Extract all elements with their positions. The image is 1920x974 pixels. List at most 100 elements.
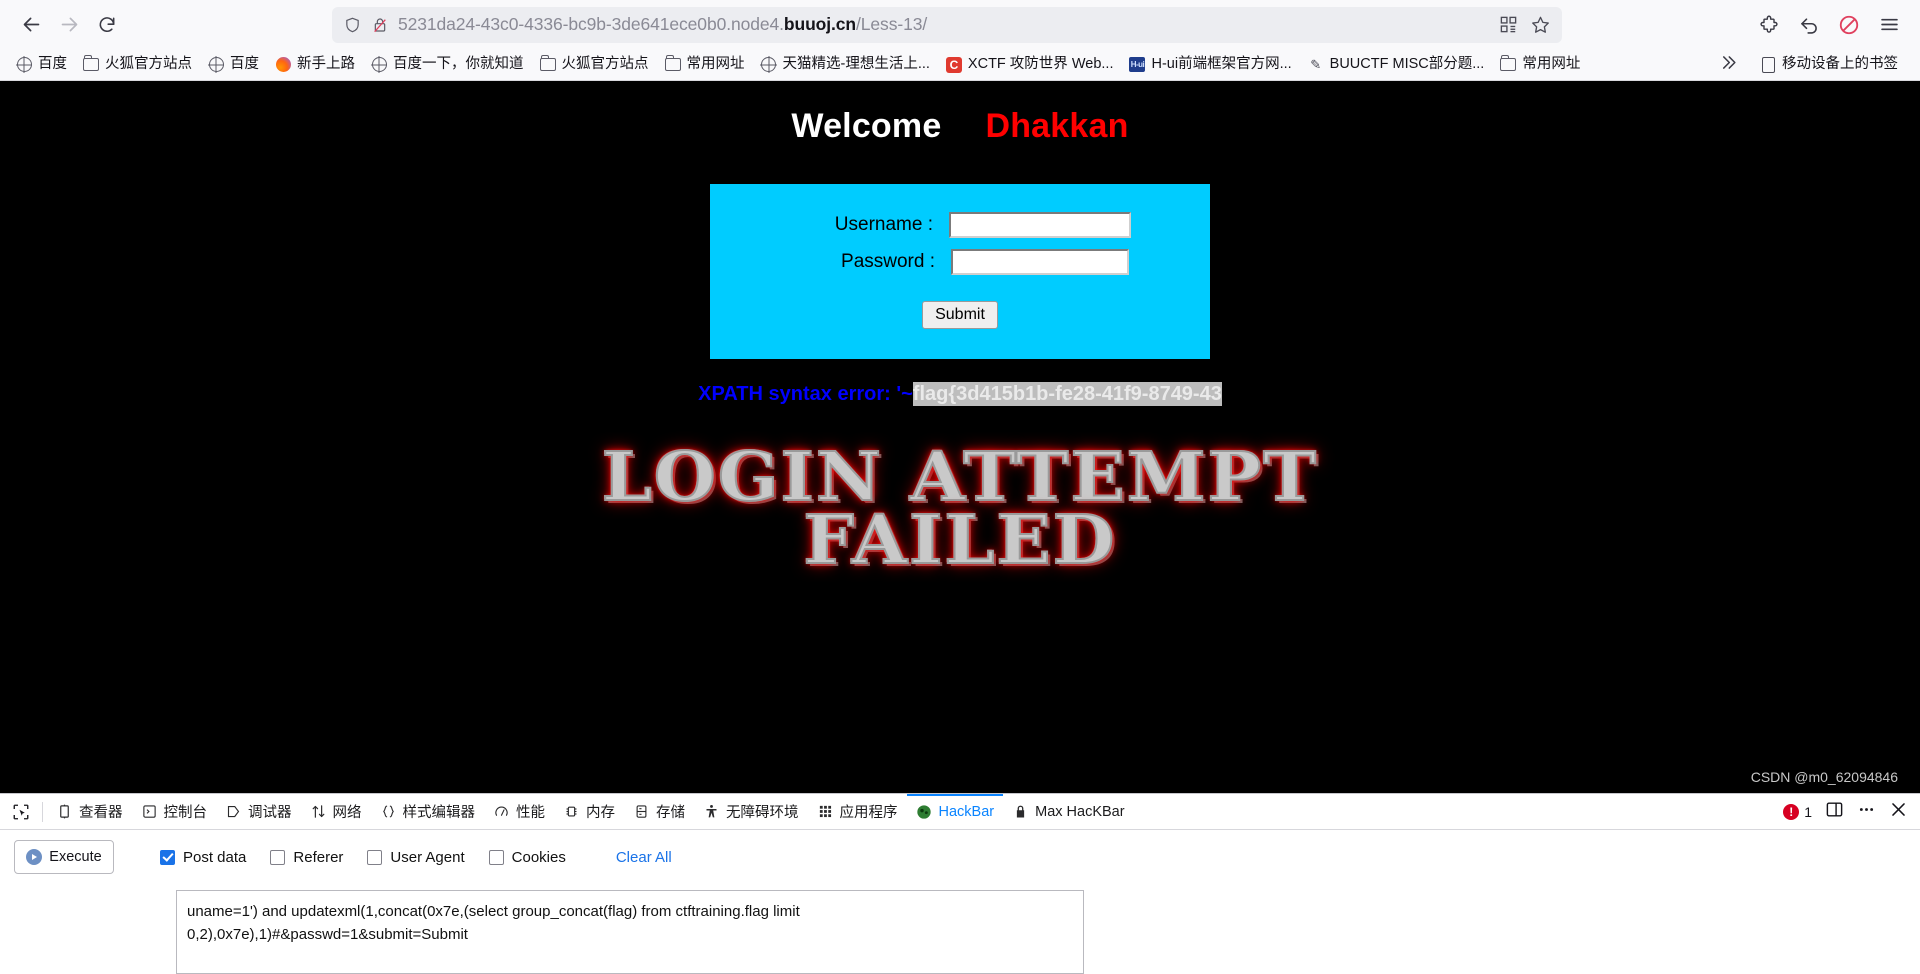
tab-inspector[interactable]: 查看器 [47,794,132,829]
tab-label: 网络 [332,805,362,821]
browser-window: 5231da24-43c0-4336-bc9b-3de641ece0b0.nod… [0,0,1920,974]
folder-icon [539,55,556,73]
bookmark-item-mobile[interactable]: 移动设备上的书签 [1752,54,1906,76]
error-circle-icon: ! [1783,803,1800,820]
pen-icon: ✎ [1310,56,1322,72]
chevrons-right-icon[interactable] [1719,53,1738,76]
shield-icon[interactable] [342,15,362,35]
more-dots-icon[interactable] [1857,800,1876,823]
qr-code-icon[interactable] [1496,13,1520,37]
submit-button[interactable]: Submit [922,301,998,329]
checkbox-cookies[interactable] [488,849,504,865]
login-form: Username : Password : Submit [710,184,1210,359]
adblock-icon[interactable] [1830,6,1868,44]
bookmark-label: BUUCTF MISC部分题... [1329,56,1485,73]
bookmark-item[interactable]: 常用网址 [657,54,753,76]
option-referer[interactable]: Referer [270,849,343,866]
bookmark-item[interactable]: 天猫精选-理想生活上... [753,54,938,76]
bookmark-label: 天猫精选-理想生活上... [782,56,930,73]
username-input[interactable] [949,212,1131,238]
puzzle-extension-icon[interactable] [1750,6,1788,44]
error-count-badge[interactable]: ! 1 [1783,803,1812,820]
option-cookies[interactable]: Cookies [488,849,566,866]
bookmarks-overflow-area: 移动设备上的书签 [1719,53,1912,76]
clear-all-button[interactable]: Clear All [616,849,672,866]
bookmark-item[interactable]: ✎ BUUCTF MISC部分题... [1300,54,1493,76]
folder-icon [664,55,681,73]
tab-label: 无障碍环境 [726,805,799,821]
checkbox-post-data[interactable] [160,849,175,865]
option-user-agent[interactable]: User Agent [367,849,465,866]
bookmark-label: 常用网址 [1522,56,1581,73]
option-post-data[interactable]: Post data [160,849,246,866]
tab-style-editor[interactable]: 样式编辑器 [371,794,485,829]
globe-icon [761,57,777,73]
devtools-right-controls: ! 1 [1783,800,1920,823]
bookmark-label: 移动设备上的书签 [1782,56,1898,73]
bookmark-item[interactable]: 百度一下，你就知道 [363,54,532,76]
tab-hackbar[interactable]: HackBar [907,794,1004,829]
bookmark-item[interactable]: 新手上路 [267,54,363,76]
tab-label: 控制台 [163,805,208,821]
tab-label: 样式编辑器 [402,805,476,821]
password-input[interactable] [951,249,1129,275]
network-arrows-icon [310,803,327,820]
tab-network[interactable]: 网络 [301,794,371,829]
globe-icon [371,57,387,73]
tab-debugger[interactable]: 调试器 [216,794,301,829]
devtools-panel: 查看器 控制台 调试器 网络 样式编辑器 性能 内存 存储 无障碍环境 应用程序… [0,793,1920,974]
url-path: /Less-13/ [856,14,928,34]
bookmark-label: 新手上路 [297,56,355,73]
hackbar-options: Post data Referer User Agent Cookies Cle… [160,849,672,866]
flag-text-selected: flag{3d415b1b-fe28-41f9-8749-43 [912,382,1222,406]
address-bar[interactable]: 5231da24-43c0-4336-bc9b-3de641ece0b0.nod… [332,6,1562,43]
tab-performance[interactable]: 性能 [484,794,554,829]
split-panel-icon[interactable] [1825,800,1844,823]
url-text[interactable]: 5231da24-43c0-4336-bc9b-3de641ece0b0.nod… [398,14,1488,35]
element-picker-icon[interactable] [4,797,38,827]
execute-button[interactable]: Execute [14,840,114,874]
bookmark-item[interactable]: H-ui H-ui前端框架官方网... [1121,54,1299,76]
console-icon [141,803,158,820]
bookmark-item[interactable]: 常用网址 [1492,54,1588,76]
post-data-textarea[interactable]: uname=1') and updatexml(1,concat(0x7e,(s… [176,890,1084,974]
tab-console[interactable]: 控制台 [132,794,217,829]
urlbar-container: 5231da24-43c0-4336-bc9b-3de641ece0b0.nod… [126,6,1750,43]
tab-accessibility[interactable]: 无障碍环境 [694,794,808,829]
tab-storage[interactable]: 存储 [624,794,694,829]
bookmark-label: XCTF 攻防世界 Web... [967,56,1114,73]
tab-label: Max HacKBar [1035,803,1125,820]
sync-arrow-icon[interactable] [1790,6,1828,44]
tab-label: 查看器 [79,805,123,821]
bookmark-item[interactable]: C XCTF 攻防世界 Web... [938,54,1122,76]
bookmark-label: 百度一下，你就知道 [393,56,524,73]
forward-button[interactable] [50,6,88,44]
bookmark-item[interactable]: 火狐官方站点 [532,54,657,76]
back-button[interactable] [12,6,50,44]
bookmark-item[interactable]: 火狐官方站点 [75,54,200,76]
page-content: Welcome Dhakkan Username : Password : Sub… [0,81,1920,793]
play-icon [26,849,43,865]
inspector-icon [56,803,73,820]
lock-broken-icon[interactable] [370,15,390,35]
bookmarks-toolbar: 百度 火狐官方站点 百度 新手上路 百度一下，你就知道 火狐官方站点 常用网址 … [0,49,1920,81]
checkbox-user-agent[interactable] [367,849,383,865]
bookmark-star-icon[interactable] [1528,13,1552,37]
hui-icon: H-ui [1129,57,1146,73]
tab-label: 调试器 [248,805,292,821]
folder-icon [1500,55,1517,73]
tab-max-hackbar[interactable]: Max HacKBar [1003,794,1133,829]
hamburger-menu-icon[interactable] [1870,6,1908,44]
checkbox-referer[interactable] [270,849,286,865]
tab-memory[interactable]: 内存 [554,794,624,829]
watermark: CSDN @m0_62094846 [1750,769,1898,785]
tab-application[interactable]: 应用程序 [808,794,907,829]
welcome-name: Dhakkan [985,107,1129,145]
close-icon[interactable] [1889,800,1908,823]
reload-button[interactable] [88,6,126,44]
url-prefix: 5231da24-43c0-4336-bc9b-3de641ece0b0.nod… [398,14,784,34]
bookmark-item[interactable]: 百度 [8,54,75,76]
bookmark-item[interactable]: 百度 [200,54,267,76]
folder-icon [83,55,99,73]
url-host: buuoj.cn [783,14,857,34]
